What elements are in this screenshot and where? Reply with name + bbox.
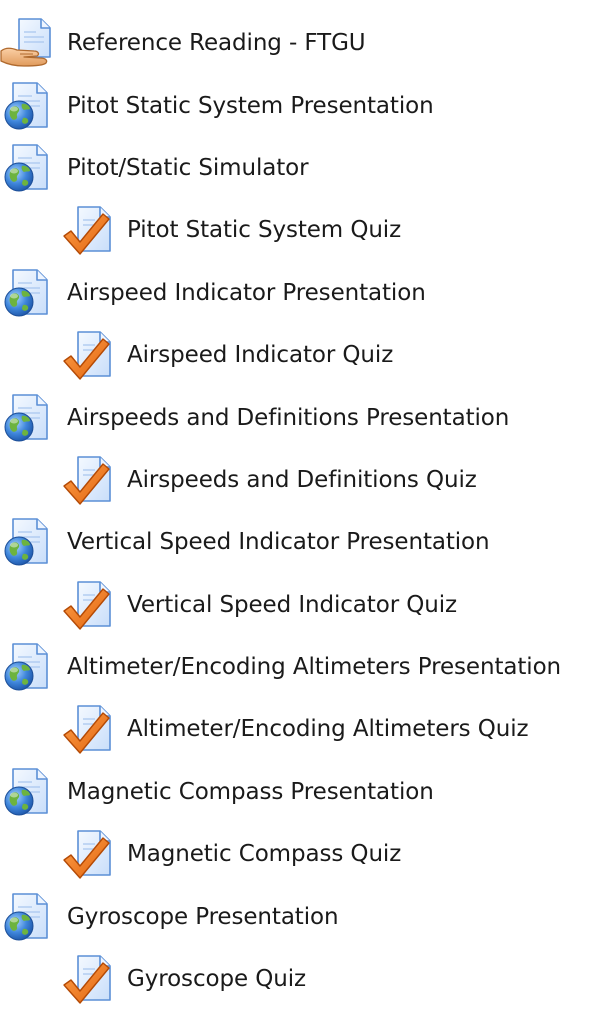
url-globe-icon (0, 142, 52, 194)
quiz-check-icon (62, 703, 114, 755)
activity-label[interactable]: Airspeeds and Definitions Quiz (127, 465, 477, 495)
activity-link[interactable]: Pitot/Static Simulator (0, 137, 593, 199)
activity-label[interactable]: Airspeed Indicator Quiz (127, 340, 393, 370)
quiz-check-icon (62, 828, 114, 880)
quiz-check-icon (62, 579, 114, 631)
activity-label[interactable]: Airspeeds and Definitions Presentation (67, 403, 509, 433)
activity-label[interactable]: Reference Reading - FTGU (67, 28, 366, 58)
activity-label[interactable]: Gyroscope Presentation (67, 902, 339, 932)
quiz-activity-link[interactable]: Magnetic Compass Quiz (0, 823, 593, 885)
activity-link[interactable]: Pitot Static System Presentation (0, 74, 593, 136)
activity-label[interactable]: Vertical Speed Indicator Quiz (127, 590, 457, 620)
quiz-activity-link[interactable]: Airspeed Indicator Quiz (0, 324, 593, 386)
quiz-check-icon (62, 953, 114, 1005)
activity-label[interactable]: Pitot/Static Simulator (67, 153, 309, 183)
activity-label[interactable]: Airspeed Indicator Presentation (67, 278, 426, 308)
activity-link[interactable]: Airspeed Indicator Presentation (0, 262, 593, 324)
url-globe-icon (0, 80, 52, 132)
url-globe-icon (0, 392, 52, 444)
activity-link[interactable]: Altimeter/Encoding Altimeters Presentati… (0, 636, 593, 698)
activity-label[interactable]: Magnetic Compass Quiz (127, 839, 401, 869)
activity-label[interactable]: Altimeter/Encoding Altimeters Quiz (127, 714, 529, 744)
url-globe-icon (0, 267, 52, 319)
activity-label[interactable]: Pitot Static System Quiz (127, 215, 401, 245)
quiz-check-icon (62, 454, 114, 506)
quiz-activity-link[interactable]: Pitot Static System Quiz (0, 199, 593, 261)
quiz-activity-link[interactable]: Airspeeds and Definitions Quiz (0, 449, 593, 511)
activity-label[interactable]: Magnetic Compass Presentation (67, 777, 434, 807)
quiz-activity-link[interactable]: Altimeter/Encoding Altimeters Quiz (0, 698, 593, 760)
quiz-activity-link[interactable]: Gyroscope Quiz (0, 948, 593, 1010)
url-globe-icon (0, 516, 52, 568)
activity-link[interactable]: Magnetic Compass Presentation (0, 761, 593, 823)
activity-label[interactable]: Pitot Static System Presentation (67, 91, 434, 121)
course-activity-list: Reference Reading - FTGU Pitot Static Sys… (0, 12, 593, 1010)
activity-link[interactable]: Vertical Speed Indicator Presentation (0, 511, 593, 573)
url-globe-icon (0, 766, 52, 818)
activity-label[interactable]: Vertical Speed Indicator Presentation (67, 527, 490, 557)
url-globe-icon (0, 641, 52, 693)
activity-label[interactable]: Altimeter/Encoding Altimeters Presentati… (67, 652, 561, 682)
url-globe-icon (0, 891, 52, 943)
activity-link[interactable]: Airspeeds and Definitions Presentation (0, 386, 593, 448)
quiz-check-icon (62, 329, 114, 381)
quiz-check-icon (62, 204, 114, 256)
quiz-activity-link[interactable]: Vertical Speed Indicator Quiz (0, 574, 593, 636)
activity-label[interactable]: Gyroscope Quiz (127, 964, 306, 994)
activity-link[interactable]: Gyroscope Presentation (0, 885, 593, 947)
activity-link[interactable]: Reference Reading - FTGU (0, 12, 593, 74)
resource-hand-icon (0, 17, 52, 69)
